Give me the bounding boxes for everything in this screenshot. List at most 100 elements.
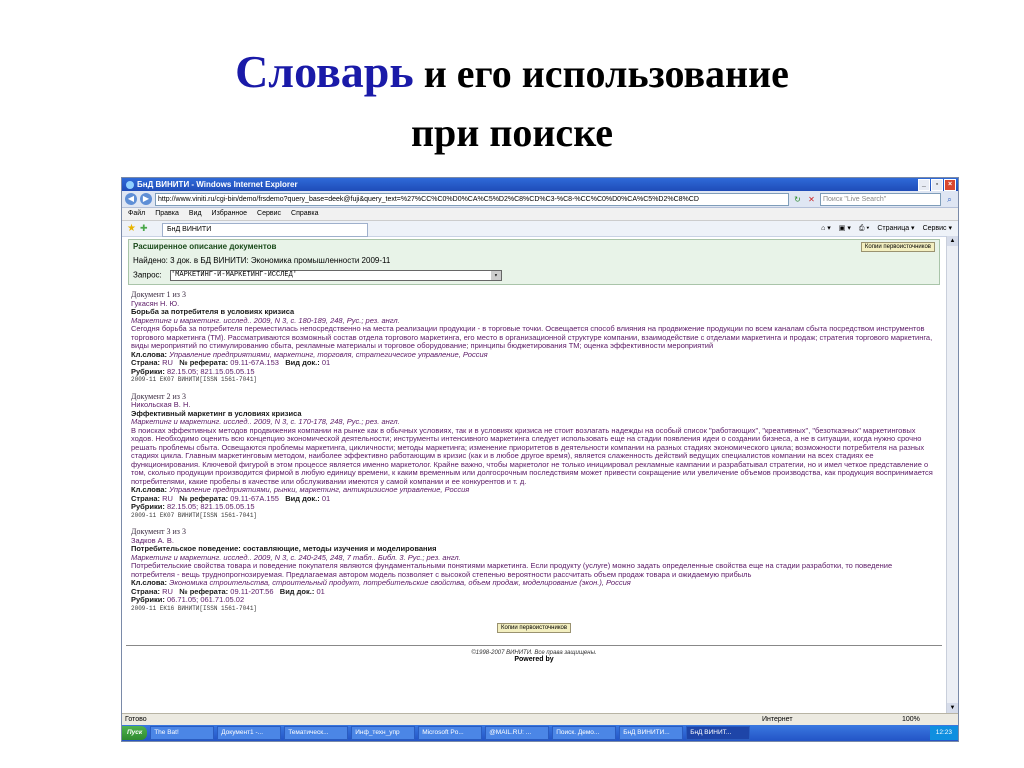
document-meta: Страна: RU № реферата: 09.11-20Т.56 Вид … bbox=[131, 586, 937, 597]
ie-icon bbox=[126, 180, 134, 189]
status-text: Готово bbox=[125, 716, 147, 723]
browser-screenshot: БнД ВИНИТИ - Windows Internet Explorer _… bbox=[121, 177, 959, 742]
menu-favorites[interactable]: Избранное bbox=[212, 208, 247, 220]
window-titlebar: БнД ВИНИТИ - Windows Internet Explorer _… bbox=[122, 178, 958, 191]
bottom-button-wrap: Копии первоисточников bbox=[122, 621, 946, 633]
back-icon[interactable]: ◀ bbox=[125, 193, 137, 205]
found-rest: в БД ВИНИТИ: bbox=[191, 256, 251, 265]
taskbar-item[interactable]: Тематическ... bbox=[284, 726, 349, 740]
document-rubrics: Рубрики: 82.15.05; 821.15.05.05.15 bbox=[131, 502, 937, 512]
slide-title-line2: при поиске bbox=[411, 110, 613, 155]
print-icon[interactable]: ⎙ ▾ bbox=[859, 221, 870, 236]
menu-help[interactable]: Справка bbox=[291, 208, 318, 220]
vertical-scrollbar[interactable]: ▲ ▼ bbox=[946, 236, 958, 713]
favorites-star-icon[interactable]: ★ bbox=[127, 221, 136, 236]
taskbar-item[interactable]: БнД ВИНИТ... bbox=[686, 726, 751, 740]
document-rubrics: Рубрики: 82.15.05; 821.15.05.05.15 bbox=[131, 366, 937, 377]
maximize-button[interactable]: ▫ bbox=[931, 179, 943, 191]
forward-icon[interactable]: ▶ bbox=[140, 193, 152, 205]
slide-title: Словарь и его использование bbox=[0, 46, 1024, 100]
document-rubrics: Рубрики: 06.71.05; 061.71.05.02 bbox=[131, 595, 937, 605]
page-content: Расширенное описание документов Копии пе… bbox=[122, 236, 946, 713]
feeds-icon[interactable]: ▣ ▾ bbox=[839, 221, 851, 236]
url-field[interactable]: http://www.viniti.ru/cgi-bin/demo/frsdem… bbox=[155, 192, 789, 206]
page-menu[interactable]: Страница ▾ bbox=[877, 221, 914, 236]
powered-by: Powered by bbox=[514, 656, 554, 663]
menu-file[interactable]: Файл bbox=[128, 208, 145, 220]
type-value: 01 bbox=[316, 586, 325, 596]
taskbar-item[interactable]: БнД ВИНИТИ... bbox=[619, 726, 684, 740]
slide-title-rest: и его использование bbox=[413, 51, 789, 96]
search-go-icon[interactable]: ⌕ bbox=[944, 194, 955, 205]
home-icon[interactable]: ⌂ ▾ bbox=[821, 221, 831, 236]
command-bar: ⌂ ▾ ▣ ▾ ⎙ ▾ Страница ▾ Сервис ▾ bbox=[821, 221, 952, 236]
taskbar-item[interactable]: Документ1 -... bbox=[217, 726, 282, 740]
document-entry: Документ 3 из 3 Задков А. В. Потребительск… bbox=[131, 527, 937, 613]
copy-originals-button[interactable]: Копии первоисточников bbox=[860, 242, 935, 252]
taskbar-item[interactable]: Поиск. Демо... bbox=[552, 726, 617, 740]
rubrics-label: Рубрики: bbox=[131, 366, 165, 376]
tab-label: БнД ВИНИТИ bbox=[167, 226, 212, 233]
query-dropdown-icon[interactable]: ▾ bbox=[490, 271, 501, 280]
clock: 12:23 bbox=[929, 726, 958, 740]
refresh-icon[interactable]: ↻ bbox=[792, 194, 803, 205]
zoom-level[interactable]: 100% bbox=[902, 714, 920, 725]
type-value: 01 bbox=[321, 358, 331, 367]
window-controls: _ ▫ × bbox=[918, 179, 956, 191]
query-label: Запрос: bbox=[133, 270, 162, 280]
slide-title-keyword: Словарь bbox=[235, 46, 414, 97]
tools-menu[interactable]: Сервис ▾ bbox=[923, 221, 952, 236]
document-abstract: Потребительские свойства товара и поведе… bbox=[131, 561, 893, 579]
document-tag: 2009-11 ЕК07 ВИНИТИ[ISSN 1561-7041] bbox=[131, 511, 258, 519]
type-label: Вид док.: bbox=[279, 586, 315, 596]
window-title: БнД ВИНИТИ - Windows Internet Explorer bbox=[137, 180, 298, 189]
document-number: Документ 2 из 3 bbox=[131, 391, 186, 401]
document-number: Документ 1 из 3 bbox=[131, 290, 186, 299]
found-line: Найдено: 3 док. в БД ВИНИТИ: Экономика п… bbox=[133, 256, 935, 265]
menu-bar: Файл Правка Вид Избранное Сервис Справка bbox=[122, 208, 958, 221]
rubrics-value: 82.15.05; 821.15.05.05.15 bbox=[166, 366, 255, 376]
favorites-bar: ★ ✚ БнД ВИНИТИ ⌂ ▾ ▣ ▾ ⎙ ▾ Страница ▾ Се… bbox=[122, 221, 958, 237]
db-name: Экономика промышленности 2009-11 bbox=[250, 256, 391, 265]
query-input[interactable]: 'МАРКЕТИНГ-И-МАРКЕТИНГ-ИССЛЕД' ▾ bbox=[169, 270, 502, 281]
document-list: Документ 1 из 3 Гукасян Н. Ю. Борьба за по… bbox=[122, 285, 946, 613]
status-bar: Готово Интернет 100% bbox=[122, 713, 958, 725]
rubrics-value: 06.71.05; 061.71.05.02 bbox=[166, 595, 245, 604]
document-abstract: Сегодня борьба за потребителя переместил… bbox=[131, 324, 933, 350]
query-line: Запрос: 'МАРКЕТИНГ-И-МАРКЕТИНГ-ИССЛЕД' ▾ bbox=[133, 270, 935, 281]
close-button[interactable]: × bbox=[944, 179, 956, 191]
document-number: Документ 3 из 3 bbox=[131, 527, 186, 536]
copy-originals-button-bottom[interactable]: Копии первоисточников bbox=[496, 623, 572, 633]
taskbar-item[interactable]: Microsoft Po... bbox=[418, 726, 483, 740]
stop-icon[interactable]: ✕ bbox=[806, 194, 817, 205]
document-tag: 2009-11 ЕК07 ВИНИТИ[ISSN 1561-7041] bbox=[131, 376, 258, 383]
found-count: 3 док. bbox=[170, 256, 192, 265]
tab-viniti[interactable]: БнД ВИНИТИ bbox=[162, 223, 368, 237]
zone-text: Интернет bbox=[762, 716, 793, 723]
menu-edit[interactable]: Правка bbox=[155, 208, 179, 220]
type-label: Вид док.: bbox=[285, 358, 320, 367]
menu-tools[interactable]: Сервис bbox=[257, 208, 281, 220]
query-value: 'МАРКЕТИНГ-И-МАРКЕТИНГ-ИССЛЕД' bbox=[170, 271, 297, 279]
rubrics-value: 82.15.05; 821.15.05.05.15 bbox=[166, 502, 255, 511]
taskbar-item[interactable]: @MAIL.RU: ... bbox=[485, 726, 550, 740]
taskbar-item[interactable]: Инф_техн_упр bbox=[351, 726, 416, 740]
panel-title: Расширенное описание документов bbox=[133, 242, 277, 251]
address-bar: ◀ ▶ http://www.viniti.ru/cgi-bin/demo/fr… bbox=[122, 191, 958, 208]
taskbar: Пуск The Bat! Документ1 -... Тематическ.… bbox=[122, 725, 958, 741]
scroll-up-icon[interactable]: ▲ bbox=[947, 236, 958, 246]
scroll-down-icon[interactable]: ▼ bbox=[947, 703, 958, 713]
type-value: 01 bbox=[321, 493, 331, 503]
start-button[interactable]: Пуск bbox=[122, 726, 148, 740]
document-tag: 2009-11 ЕК16 ВИНИТИ[ISSN 1561-7041] bbox=[131, 604, 258, 612]
minimize-button[interactable]: _ bbox=[918, 179, 930, 191]
taskbar-item[interactable]: The Bat! bbox=[150, 726, 215, 740]
menu-view[interactable]: Вид bbox=[189, 208, 202, 220]
search-info-panel: Расширенное описание документов Копии пе… bbox=[128, 239, 940, 285]
document-abstract: В поисках эффективных методов продвижени… bbox=[131, 425, 933, 486]
add-favorite-icon[interactable]: ✚ bbox=[140, 221, 148, 236]
rubrics-label: Рубрики: bbox=[131, 502, 165, 511]
search-input[interactable]: Поиск "Live Search" bbox=[820, 192, 941, 206]
divider bbox=[126, 645, 942, 646]
found-label: Найдено: bbox=[133, 256, 171, 265]
